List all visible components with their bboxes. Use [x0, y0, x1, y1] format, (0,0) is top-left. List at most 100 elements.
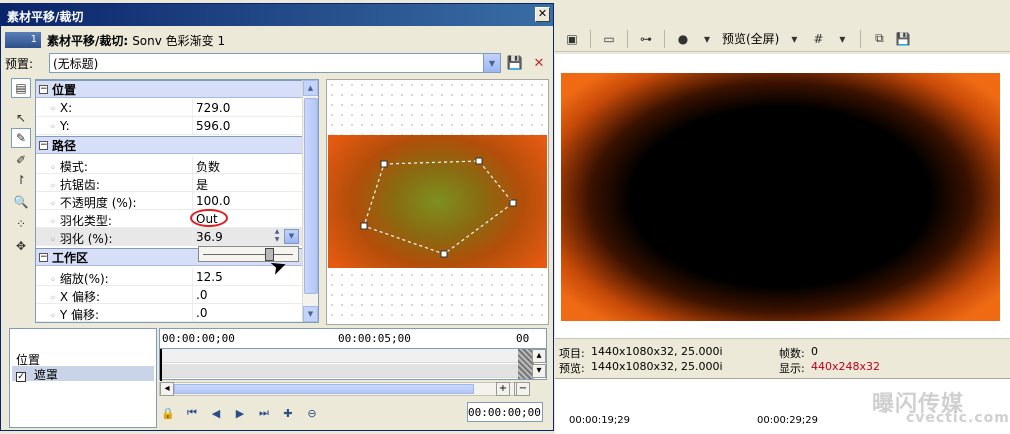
- column-divider: [192, 174, 193, 192]
- keyframe-track-mask[interactable]: ✓ 遮罩: [12, 366, 154, 382]
- property-value[interactable]: 729.0: [196, 101, 230, 115]
- keyframe-lane[interactable]: [160, 364, 518, 378]
- property-row-feather-type[interactable]: 羽化类型: Out: [36, 209, 302, 228]
- section-position[interactable]: − 位置: [36, 80, 302, 98]
- property-name: 不透明度 (%):: [50, 194, 137, 211]
- enable-snapping-icon[interactable]: ⁘: [11, 214, 31, 234]
- section-path[interactable]: − 路径: [36, 136, 302, 154]
- lock-to-envelopes-icon[interactable]: 🔒: [159, 404, 177, 422]
- property-row[interactable]: 模式: 负数: [36, 156, 302, 174]
- property-row[interactable]: 抗锯齿: 是: [36, 174, 302, 192]
- mask-anchor-point[interactable]: [360, 222, 368, 230]
- property-value[interactable]: 是: [196, 176, 208, 193]
- normal-edit-tool-icon[interactable]: ↖: [11, 108, 31, 128]
- mask-path[interactable]: [363, 160, 514, 255]
- ruler-tick: 00:00:00;00: [162, 332, 235, 345]
- event-header-value: Sonv 色彩渐变 1: [132, 33, 226, 48]
- preset-value: (无标题): [53, 56, 99, 71]
- display-value: 440x248x32: [811, 360, 881, 373]
- external-monitor-icon[interactable]: ▭: [600, 30, 618, 48]
- playhead-cursor[interactable]: [160, 349, 162, 381]
- feather-value[interactable]: 36.9: [196, 230, 223, 244]
- previous-keyframe-icon[interactable]: ◀: [207, 404, 225, 422]
- last-keyframe-icon[interactable]: ⏭: [255, 404, 273, 422]
- property-value[interactable]: 负数: [196, 158, 220, 175]
- grid-icon[interactable]: #: [809, 30, 827, 48]
- property-value[interactable]: .0: [196, 288, 207, 302]
- preview-quality-icon[interactable]: ●: [674, 30, 692, 48]
- keyframe-hscrollbar[interactable]: ◂ ▸: [159, 382, 529, 396]
- property-scrollbar[interactable]: ▲ ▼: [302, 80, 318, 322]
- close-icon[interactable]: ✕: [535, 7, 550, 22]
- scrollbar-thumb[interactable]: [174, 384, 474, 394]
- scroll-down-icon[interactable]: ▾: [532, 364, 546, 378]
- mask-path-overlay[interactable]: [326, 79, 549, 325]
- split-screen-icon[interactable]: ▣: [563, 30, 581, 48]
- preset-dropdown[interactable]: (无标题) ▼: [49, 53, 501, 73]
- save-preset-icon[interactable]: 💾: [505, 53, 525, 73]
- video-preview-frame: [561, 73, 1000, 321]
- property-row[interactable]: X 偏移: .0: [36, 286, 302, 304]
- property-value[interactable]: 12.5: [196, 270, 223, 284]
- zoom-in-icon[interactable]: +: [496, 382, 510, 396]
- preset-label: 预置:: [5, 56, 34, 71]
- add-keyframe-icon[interactable]: ✚: [279, 404, 297, 422]
- collapse-icon[interactable]: −: [39, 140, 48, 150]
- chevron-down-icon[interactable]: ▾: [785, 30, 803, 48]
- next-keyframe-icon[interactable]: ▶: [231, 404, 249, 422]
- property-row[interactable]: Y: 596.0: [36, 117, 302, 135]
- timecode-field[interactable]: 00:00:00;00: [467, 402, 543, 422]
- show-properties-icon[interactable]: ▤: [11, 78, 31, 98]
- keyframe-lane[interactable]: [160, 349, 518, 363]
- chevron-down-icon[interactable]: ▼: [483, 54, 500, 72]
- property-row[interactable]: 缩放(%): 12.5: [36, 268, 302, 286]
- mask-anchor-point[interactable]: [509, 199, 517, 207]
- property-name: X 偏移:: [50, 288, 100, 305]
- dialog-titlebar[interactable]: 素材平移/裁切 ✕: [1, 4, 553, 26]
- chevron-down-icon[interactable]: ▾: [698, 30, 716, 48]
- mask-anchor-point[interactable]: [440, 250, 448, 258]
- scrollbar-thumb[interactable]: [304, 98, 318, 294]
- first-keyframe-icon[interactable]: ⏮: [183, 404, 201, 422]
- keyframe-panel: 位置 ✓ 遮罩 00:00:00;00 00:00:05;00 00 ▴ ▾ ◂…: [5, 328, 551, 430]
- chevron-down-icon[interactable]: ▾: [833, 30, 851, 48]
- toolbar-separator: [627, 29, 628, 48]
- mask-anchor-point[interactable]: [475, 157, 483, 165]
- chevron-down-icon[interactable]: ▼: [284, 229, 299, 244]
- mask-enable-checkbox[interactable]: ✓: [16, 372, 26, 382]
- mask-anchor-point[interactable]: [380, 160, 388, 168]
- track-label: 遮罩: [33, 368, 58, 382]
- property-value[interactable]: .0: [196, 306, 207, 320]
- scroll-down-icon[interactable]: ▼: [303, 306, 318, 322]
- move-freely-icon[interactable]: ✥: [11, 236, 31, 256]
- keyframe-track-position[interactable]: 位置: [12, 351, 154, 367]
- property-value[interactable]: 100.0: [196, 194, 230, 208]
- frames-label: 帧数:: [779, 347, 805, 360]
- preview-info-value: 1440x1080x32, 25.000i: [591, 360, 723, 373]
- property-row-feather[interactable]: 羽化 (%): 36.9 ▲▼ ▼: [36, 228, 302, 246]
- scroll-left-icon[interactable]: ◂: [160, 382, 174, 396]
- anchor-creation-tool-icon[interactable]: ✎: [11, 128, 31, 148]
- property-row[interactable]: Y 偏移: .0: [36, 304, 302, 322]
- delete-keyframe-icon[interactable]: ⊖: [303, 404, 321, 422]
- scroll-up-icon[interactable]: ▴: [532, 349, 546, 363]
- property-row[interactable]: X: 729.0: [36, 99, 302, 117]
- save-snapshot-icon[interactable]: 💾: [894, 30, 912, 48]
- scroll-up-icon[interactable]: ▲: [303, 80, 318, 96]
- bypass-effects-icon[interactable]: ⊶: [637, 30, 655, 48]
- keyframe-ruler[interactable]: 00:00:00;00 00:00:05;00 00: [159, 328, 547, 348]
- preview-mode-dropdown[interactable]: 预览(全屏): [722, 30, 779, 47]
- keyframe-lanes[interactable]: ▴ ▾: [159, 348, 547, 381]
- split-tangent-tool-icon[interactable]: ↾: [11, 170, 31, 190]
- collapse-icon[interactable]: −: [39, 84, 48, 94]
- spin-arrows-icon[interactable]: ▲ ▼: [272, 228, 282, 245]
- collapse-icon[interactable]: −: [39, 252, 48, 262]
- delete-preset-icon[interactable]: ✕: [529, 53, 549, 73]
- property-value[interactable]: 596.0: [196, 119, 230, 133]
- section-title: 路径: [52, 138, 77, 153]
- anchor-deletion-tool-icon[interactable]: ✐: [11, 150, 31, 170]
- zoom-tool-icon[interactable]: 🔍: [11, 192, 31, 212]
- copy-snapshot-icon[interactable]: ⧉: [870, 30, 888, 48]
- zoom-out-icon[interactable]: −: [516, 382, 530, 396]
- property-row[interactable]: 不透明度 (%): 100.0: [36, 192, 302, 210]
